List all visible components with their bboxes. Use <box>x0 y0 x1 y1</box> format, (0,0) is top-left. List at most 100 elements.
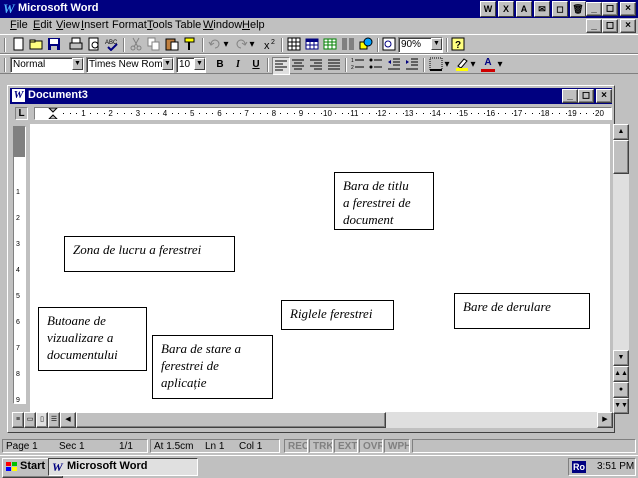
office-tool-icon[interactable]: 🗑 <box>570 1 586 17</box>
doc-minimize-button[interactable]: _ <box>586 19 602 33</box>
scroll-down-button[interactable]: ▼ <box>613 350 629 366</box>
bullets-icon[interactable] <box>368 57 384 73</box>
status-ovr[interactable]: OVR <box>359 439 383 453</box>
taskbar-word-button[interactable]: W Microsoft Word <box>48 458 198 476</box>
align-right-icon[interactable] <box>308 57 324 73</box>
ruler-strip[interactable]: 1 2 3 4 5 6 7 8 9 10 11 12 13 14 15 16 17 18 19 20 <box>34 107 612 120</box>
menu-window[interactable]: Window <box>203 19 242 31</box>
office-excel-icon[interactable]: X <box>498 1 514 17</box>
chevron-down-icon[interactable]: ▼ <box>162 58 173 70</box>
office-outlook-icon[interactable]: ✉ <box>534 1 550 17</box>
font-color-dropdown-icon[interactable]: ▾ <box>496 57 504 73</box>
scroll-left-button[interactable]: ◀ <box>60 412 76 428</box>
docwin-minimize-button[interactable]: _ <box>562 89 578 103</box>
underline-button[interactable]: U <box>248 57 264 73</box>
vertical-ruler[interactable]: 12345678910 <box>13 126 26 404</box>
paste-icon[interactable] <box>164 37 180 53</box>
undo-icon[interactable] <box>207 37 223 53</box>
print-icon[interactable] <box>68 37 84 53</box>
toolbar-grip[interactable] <box>4 38 6 52</box>
status-trk[interactable]: TRK <box>309 439 333 453</box>
vertical-scrollbar[interactable]: ▲ ▼ ▲▲ ● ▼▼ <box>613 124 629 414</box>
italic-button[interactable]: I <box>230 57 246 73</box>
columns-icon[interactable] <box>340 37 356 53</box>
align-left-icon[interactable] <box>272 57 290 75</box>
office-binder-icon[interactable]: ◻ <box>552 1 568 17</box>
document-icon[interactable]: W <box>12 89 25 102</box>
menu-table[interactable]: Table <box>175 19 201 31</box>
justify-icon[interactable] <box>326 57 342 73</box>
help-icon[interactable]: ? <box>450 37 466 53</box>
cut-icon[interactable] <box>128 37 144 53</box>
increase-indent-icon[interactable] <box>404 57 420 73</box>
insert-excel-icon[interactable] <box>322 37 338 53</box>
open-icon[interactable] <box>28 37 44 53</box>
menu-edit[interactable]: Edit <box>33 19 52 31</box>
toolbar-grip[interactable] <box>4 58 6 72</box>
numbering-icon[interactable]: 12 <box>350 57 366 73</box>
scroll-right-button[interactable]: ▶ <box>597 412 613 428</box>
format-painter-icon[interactable] <box>182 37 198 53</box>
redo-dropdown-icon[interactable]: ▾ <box>248 37 256 53</box>
menu-help[interactable]: Help <box>242 19 265 31</box>
page-layout-view-button[interactable]: ▯ <box>36 412 48 428</box>
font-size-select[interactable]: 10 ▼ <box>176 57 206 73</box>
next-page-button[interactable]: ▼▼ <box>613 398 629 414</box>
app-title-bar[interactable]: W Microsoft Word W X A ✉ ◻ 🗑 _ ◻ × <box>0 0 638 18</box>
horizontal-ruler[interactable]: L 1 2 3 4 5 6 7 8 9 10 11 12 13 14 15 16 17 18 19 20 <box>10 104 612 124</box>
document-page[interactable]: Bara de titlu a ferestrei de document Zo… <box>30 124 610 412</box>
doc-restore-button[interactable]: ◻ <box>602 19 618 33</box>
highlight-icon[interactable] <box>454 57 470 73</box>
docwin-close-button[interactable]: × <box>596 89 612 103</box>
print-preview-icon[interactable] <box>86 37 102 53</box>
clock[interactable]: 3:51 PM <box>597 461 634 472</box>
style-select[interactable]: Normal ▼ <box>10 57 84 73</box>
select-browse-object-button[interactable]: ● <box>613 382 629 398</box>
scroll-up-button[interactable]: ▲ <box>613 124 629 140</box>
borders-dropdown-icon[interactable]: ▾ <box>443 57 451 73</box>
chevron-down-icon[interactable]: ▼ <box>431 38 442 50</box>
document-map-icon[interactable] <box>381 37 397 53</box>
decrease-indent-icon[interactable] <box>386 57 402 73</box>
new-icon[interactable] <box>10 37 26 53</box>
online-layout-view-button[interactable]: ▭ <box>24 412 36 428</box>
font-color-button[interactable]: A <box>480 57 496 73</box>
app-close-button[interactable]: × <box>620 2 636 16</box>
doc-close-button[interactable]: × <box>620 19 636 33</box>
app-maximize-button[interactable]: ◻ <box>602 2 618 16</box>
copy-icon[interactable] <box>146 37 162 53</box>
highlight-dropdown-icon[interactable]: ▾ <box>469 57 477 73</box>
menu-tools[interactable]: Tools <box>147 19 173 31</box>
app-minimize-button[interactable]: _ <box>586 2 602 16</box>
insert-hyperlink-icon[interactable]: x2 <box>262 37 278 53</box>
menu-insert[interactable]: Insert <box>81 19 109 31</box>
drawing-icon[interactable] <box>358 37 374 53</box>
status-wph[interactable]: WPH <box>384 439 410 453</box>
menu-format[interactable]: Format <box>112 19 147 31</box>
chevron-down-icon[interactable]: ▼ <box>72 58 83 70</box>
indent-marker-icon[interactable] <box>48 108 58 120</box>
redo-icon[interactable] <box>233 37 249 53</box>
previous-page-button[interactable]: ▲▲ <box>613 366 629 382</box>
document-title-bar[interactable]: W Document3 _ ◻ × <box>10 88 612 104</box>
borders-icon[interactable] <box>428 57 444 73</box>
status-ext[interactable]: EXT <box>334 439 358 453</box>
chevron-down-icon[interactable]: ▼ <box>194 58 205 70</box>
spelling-icon[interactable]: ABC <box>104 37 120 53</box>
tables-borders-icon[interactable] <box>286 37 302 53</box>
insert-table-icon[interactable] <box>304 37 320 53</box>
menu-view[interactable]: View <box>56 19 80 31</box>
align-center-icon[interactable] <box>290 57 306 73</box>
tab-selector[interactable]: L <box>15 107 28 120</box>
menu-file[interactable]: File <box>10 19 28 31</box>
undo-dropdown-icon[interactable]: ▾ <box>222 37 230 53</box>
docwin-maximize-button[interactable]: ◻ <box>578 89 594 103</box>
language-indicator[interactable]: Ro <box>572 461 586 473</box>
outline-view-button[interactable]: ☰ <box>48 412 60 428</box>
save-icon[interactable] <box>46 37 62 53</box>
bold-button[interactable]: B <box>212 57 228 73</box>
zoom-select[interactable]: 90% ▼ <box>398 37 443 53</box>
horizontal-scrollbar[interactable]: ≡ ▭ ▯ ☰ ◀ ▶ <box>12 412 613 428</box>
font-select[interactable]: Times New Roman ▼ <box>86 57 174 73</box>
normal-view-button[interactable]: ≡ <box>12 412 24 428</box>
